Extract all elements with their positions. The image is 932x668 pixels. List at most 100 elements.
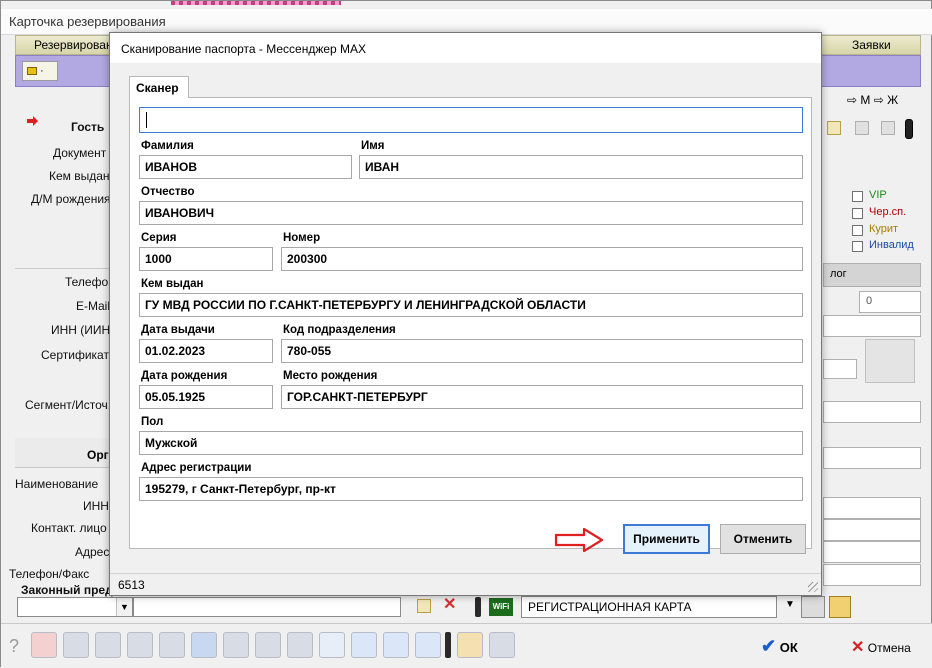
label-segment: Сегмент/Источ. bbox=[25, 398, 112, 412]
birth-place-label: Место рождения bbox=[283, 370, 378, 382]
right-field-3[interactable] bbox=[823, 447, 921, 469]
traffic-light-icon bbox=[445, 632, 451, 658]
person-icon[interactable] bbox=[127, 632, 153, 658]
photo-placeholder bbox=[865, 339, 915, 383]
chevron-down-icon[interactable]: ▼ bbox=[785, 599, 795, 610]
edit-icon[interactable] bbox=[417, 599, 431, 613]
arrow-icon[interactable] bbox=[95, 632, 121, 658]
print-icon[interactable] bbox=[801, 596, 825, 618]
blacklist-checkbox[interactable] bbox=[852, 208, 863, 219]
issue-date-label: Дата выдачи bbox=[141, 324, 215, 336]
sex-field[interactable]: Мужской bbox=[139, 431, 803, 455]
surname-label: Фамилия bbox=[141, 140, 194, 152]
invalid-checkbox[interactable] bbox=[852, 241, 863, 252]
address-field[interactable]: 195279, г Санкт-Петербург, пр-кт bbox=[139, 477, 803, 501]
log-header-label: лог bbox=[830, 268, 847, 280]
cancel-main-button[interactable]: ✕ Отмена bbox=[843, 629, 931, 659]
label-issued-by: Кем выдан bbox=[49, 169, 110, 183]
email-icon[interactable] bbox=[319, 632, 345, 658]
label-guest: Гость bbox=[71, 120, 105, 134]
edit-icon[interactable] bbox=[827, 121, 841, 135]
user-icon[interactable] bbox=[223, 632, 249, 658]
division-code-field[interactable]: 780-055 bbox=[281, 339, 803, 363]
tab-requests[interactable]: Заявки bbox=[852, 38, 891, 52]
text-caret bbox=[146, 112, 147, 128]
label-phone: Телефон bbox=[65, 275, 115, 289]
card-icon[interactable] bbox=[287, 632, 313, 658]
right-field-2[interactable] bbox=[823, 359, 857, 379]
ok-label: ОК bbox=[779, 640, 798, 655]
birth-date-label: Дата рождения bbox=[141, 370, 228, 382]
list-menu-button[interactable]: · bbox=[22, 61, 58, 81]
smoker-label: Курит bbox=[869, 223, 899, 235]
legal-rep-combo[interactable]: ▼ bbox=[17, 597, 133, 617]
org-header: Орга bbox=[15, 438, 119, 468]
apply-button[interactable]: Применить bbox=[623, 524, 710, 554]
count-field[interactable]: 0 bbox=[859, 291, 921, 313]
name-field[interactable]: ИВАН bbox=[359, 155, 803, 179]
blacklist-label: Чер.сп. bbox=[869, 206, 907, 218]
series-label: Серия bbox=[141, 232, 177, 244]
legal-rep-field[interactable] bbox=[133, 597, 401, 617]
back-icon[interactable] bbox=[159, 632, 185, 658]
log-header: лог bbox=[823, 263, 921, 287]
tab-scanner[interactable]: Сканер bbox=[129, 76, 189, 98]
org-combo-2[interactable] bbox=[823, 519, 921, 541]
delete-icon[interactable] bbox=[881, 121, 895, 135]
cancel-button[interactable]: Отменить bbox=[720, 524, 806, 554]
surname-field[interactable]: ИВАНОВ bbox=[139, 155, 352, 179]
issued-by-label: Кем выдан bbox=[141, 278, 204, 290]
series-field[interactable]: 1000 bbox=[139, 247, 273, 271]
segment-combo[interactable] bbox=[823, 401, 921, 423]
patronymic-field[interactable]: ИВАНОВИЧ bbox=[139, 201, 803, 225]
issued-by-field[interactable]: ГУ МВД РОССИИ ПО Г.САНКТ-ПЕТЕРБУРГУ И ЛЕ… bbox=[139, 293, 803, 317]
vip-checkbox[interactable] bbox=[852, 191, 863, 202]
ok-button[interactable]: ✔ ОК bbox=[753, 629, 833, 659]
gender-nav[interactable]: ⇨ М ⇨ Ж bbox=[847, 93, 898, 107]
traffic-light-icon bbox=[475, 597, 481, 617]
number-field[interactable]: 200300 bbox=[281, 247, 803, 271]
label-inn: ИНН (ИИН) bbox=[51, 323, 115, 337]
clear-icon[interactable]: ✕ bbox=[443, 597, 456, 613]
close-icon: ✕ bbox=[851, 639, 865, 656]
chevron-down-icon[interactable]: ▼ bbox=[116, 598, 132, 616]
org-combo-3[interactable] bbox=[823, 541, 921, 563]
phone-icon[interactable] bbox=[489, 632, 515, 658]
tab-reservation[interactable]: Резервировани bbox=[34, 38, 119, 52]
smoker-checkbox[interactable] bbox=[852, 225, 863, 236]
upload-icon[interactable] bbox=[31, 632, 57, 658]
label-phone-fax: Телефон/Факс bbox=[9, 567, 90, 581]
check-icon: ✔ bbox=[761, 636, 777, 656]
wifi-icon[interactable]: WiFi bbox=[489, 598, 513, 616]
label-document: Документ bbox=[53, 146, 107, 160]
traffic-light-icon bbox=[905, 119, 913, 139]
passport-scan-dialog: Сканирование паспорта - Мессенджер MAX С… bbox=[109, 32, 822, 596]
scanner-input[interactable] bbox=[139, 107, 803, 133]
org-field-4[interactable] bbox=[823, 564, 921, 586]
palette-icon[interactable] bbox=[457, 632, 483, 658]
arrow-right-icon bbox=[554, 527, 604, 553]
birth-place-field[interactable]: ГОР.САНКТ-ПЕТЕРБУРГ bbox=[281, 385, 803, 409]
cancel-main-label: Отмена bbox=[867, 641, 911, 655]
label-legal-rep: Законный пред bbox=[21, 583, 113, 597]
copy-icon[interactable] bbox=[855, 121, 869, 135]
report-icon[interactable] bbox=[829, 596, 851, 618]
invalid-label: Инвалид bbox=[869, 239, 914, 251]
number-label: Номер bbox=[283, 232, 321, 244]
reg-card-combo[interactable]: РЕГИСТРАЦИОННАЯ КАРТА bbox=[521, 596, 777, 618]
group-icon[interactable] bbox=[255, 632, 281, 658]
address-label: Адрес регистрации bbox=[141, 462, 252, 474]
org-combo-1[interactable] bbox=[823, 497, 921, 519]
calculator-icon[interactable] bbox=[191, 632, 217, 658]
birth-date-field[interactable]: 05.05.1925 bbox=[139, 385, 273, 409]
issue-date-field[interactable]: 01.02.2023 bbox=[139, 339, 273, 363]
guest-toolbar bbox=[823, 117, 921, 143]
resize-grip-icon[interactable] bbox=[808, 582, 818, 592]
word-icon[interactable] bbox=[351, 632, 377, 658]
window-icon[interactable] bbox=[415, 632, 441, 658]
document-icon[interactable] bbox=[63, 632, 89, 658]
help-icon[interactable]: ? bbox=[9, 636, 19, 657]
right-field-1[interactable] bbox=[823, 315, 921, 337]
add-icon[interactable] bbox=[383, 632, 409, 658]
scanner-panel: Фамилия ИВАНОВ Имя ИВАН Отчество ИВАНОВИ… bbox=[129, 97, 812, 549]
